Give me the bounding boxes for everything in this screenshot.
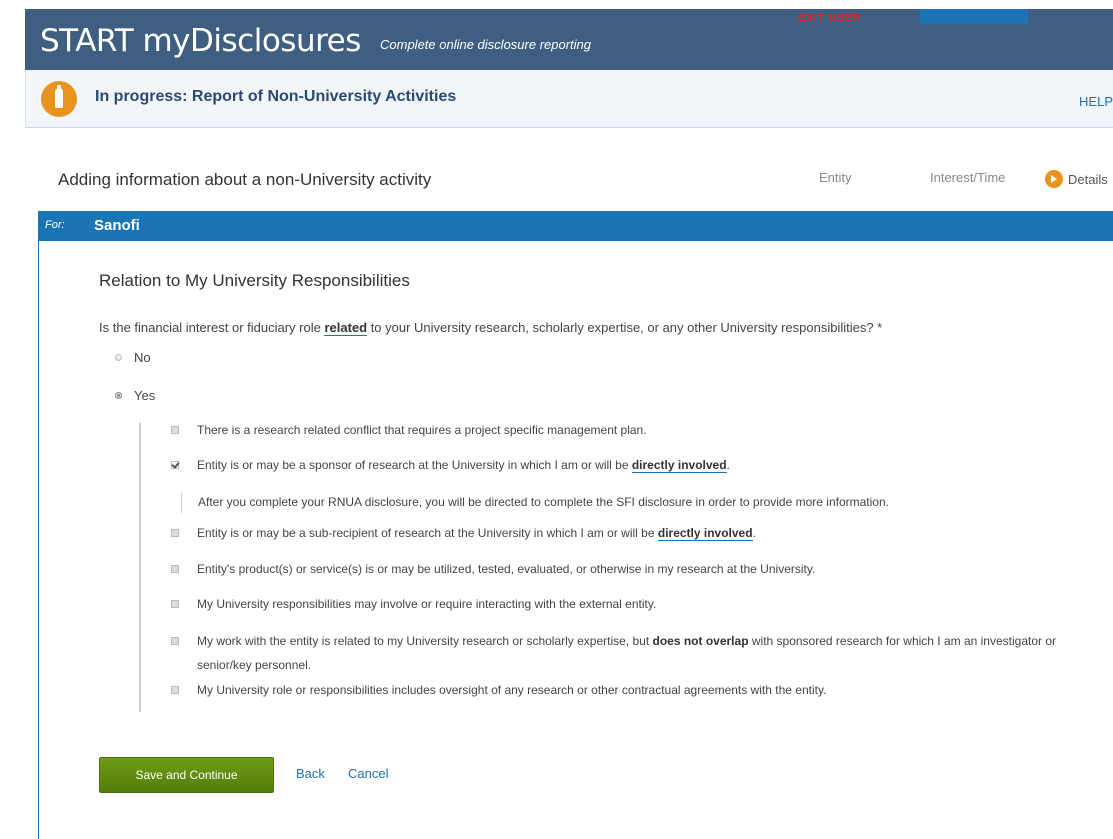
help-link[interactable]: HELP — [1079, 94, 1113, 109]
option-interacting[interactable]: My University responsibilities may invol… — [171, 595, 1096, 613]
radio-no-label: No — [134, 350, 151, 365]
question-post: to your University research, scholarly e… — [367, 320, 883, 335]
option-product-service[interactable]: Entity's product(s) or service(s) is or … — [171, 560, 1096, 578]
option-label: Entity is or may be a sub-recipient of r… — [197, 526, 756, 541]
checkbox[interactable] — [171, 600, 179, 608]
sfi-note: After you complete your RNUA disclosure,… — [181, 493, 889, 513]
for-label: For: — [45, 219, 65, 231]
header-tab[interactable] — [920, 9, 1028, 24]
question-related-term[interactable]: related — [324, 320, 368, 336]
question-pre: Is the financial interest or fiduciary r… — [99, 320, 325, 335]
option-oversight[interactable]: My University role or responsibilities i… — [171, 681, 1096, 699]
radio-yes-label: Yes — [134, 388, 156, 403]
directly-involved-term[interactable]: directly involved — [631, 458, 727, 473]
directly-involved-term[interactable]: directly involved — [657, 526, 753, 541]
for-bar: For: Sanofi — [38, 211, 1113, 241]
radio-no[interactable]: No — [115, 350, 151, 365]
page-heading: Adding information about a non-Universit… — [58, 170, 432, 189]
checkbox[interactable] — [171, 426, 179, 434]
radio-yes[interactable]: Yes — [115, 388, 155, 403]
does-not-overlap-term: does not overlap — [652, 634, 749, 648]
question-text: Is the financial interest or fiduciary r… — [99, 320, 883, 336]
option-no-overlap[interactable]: My work with the entity is related to my… — [171, 629, 1096, 677]
checkbox[interactable] — [171, 529, 179, 537]
step-details: Details — [1045, 170, 1108, 188]
current-step-arrow-icon — [1045, 170, 1063, 188]
in-progress-icon — [41, 81, 77, 117]
checkbox[interactable] — [171, 565, 179, 573]
step-details-label: Details — [1068, 171, 1108, 187]
step-interest-time: Interest/Time — [930, 170, 1006, 185]
back-link[interactable]: Back — [296, 766, 325, 781]
option-sub-recipient[interactable]: Entity is or may be a sub-recipient of r… — [171, 524, 1096, 542]
status-bar: In progress: Report of Non-University Ac… — [25, 70, 1113, 128]
option-label: My University role or responsibilities i… — [197, 683, 827, 697]
option-sponsor[interactable]: Entity is or may be a sponsor of researc… — [171, 456, 1096, 474]
form-content: Relation to My University Responsibiliti… — [38, 241, 1113, 839]
entity-name: Sanofi — [94, 217, 140, 234]
checkbox[interactable] — [171, 686, 179, 694]
radio-no-circle[interactable] — [115, 354, 122, 361]
radio-yes-circle[interactable] — [115, 392, 122, 399]
checkbox[interactable] — [171, 637, 179, 645]
option-label: My work with the entity is related to my… — [197, 634, 1057, 672]
cancel-link[interactable]: Cancel — [348, 766, 388, 781]
save-and-continue-button[interactable]: Save and Continue — [99, 757, 274, 793]
options-indent-line — [139, 423, 141, 712]
option-label: Entity's product(s) or service(s) is or … — [197, 562, 816, 576]
app-header: START myDisclosures Complete online disc… — [25, 9, 1113, 70]
section-title: Relation to My University Responsibiliti… — [99, 271, 410, 290]
app-subtitle: Complete online disclosure reporting — [380, 37, 592, 52]
step-entity: Entity — [819, 170, 852, 185]
exit-user-link[interactable]: EXIT USER — [798, 12, 861, 24]
option-label: Entity is or may be a sponsor of researc… — [197, 458, 730, 473]
option-label: My University responsibilities may invol… — [197, 597, 657, 611]
option-research-conflict[interactable]: There is a research related conflict tha… — [171, 421, 1096, 439]
option-label: There is a research related conflict tha… — [197, 423, 647, 437]
status-text: In progress: Report of Non-University Ac… — [95, 88, 457, 105]
checkbox-checked[interactable] — [171, 461, 179, 469]
app-title: START myDisclosures — [40, 23, 361, 59]
